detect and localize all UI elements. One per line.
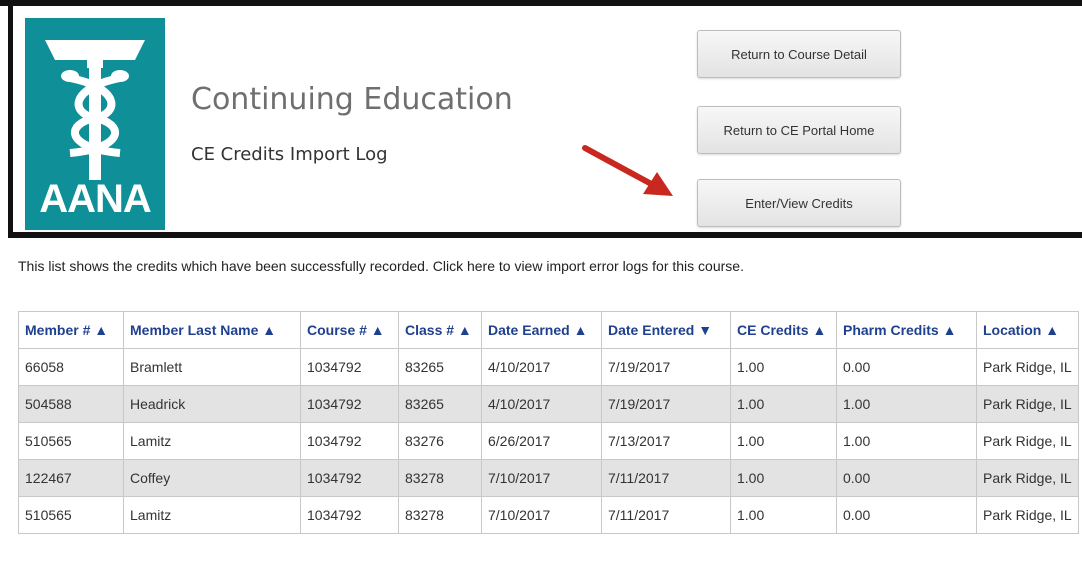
- cell-date-earned: 4/10/2017: [481, 348, 602, 386]
- cell-member-number: 510565: [18, 496, 124, 534]
- info-text: This list shows the credits which have b…: [18, 258, 744, 274]
- cell-location: Park Ridge, IL: [976, 385, 1079, 423]
- column-header-course-number[interactable]: Course # ▲: [300, 311, 399, 349]
- credits-table: Member # ▲ Member Last Name ▲ Course # ▲…: [18, 311, 1079, 534]
- cell-course-number: 1034792: [300, 496, 399, 534]
- page-title: Continuing Education: [191, 82, 513, 117]
- cell-date-entered: 7/13/2017: [601, 422, 731, 460]
- cell-ce-credits: 1.00: [730, 422, 837, 460]
- cell-date-earned: 7/10/2017: [481, 459, 602, 497]
- cell-member-last-name: Lamitz: [123, 496, 301, 534]
- column-header-location[interactable]: Location ▲: [976, 311, 1079, 349]
- cell-member-last-name: Coffey: [123, 459, 301, 497]
- red-arrow-icon: [582, 145, 673, 196]
- logo-text: AANA: [39, 177, 152, 221]
- table-row: 504588 Headrick 1034792 83265 4/10/2017 …: [18, 385, 1079, 423]
- cell-member-last-name: Bramlett: [123, 348, 301, 386]
- cell-date-entered: 7/11/2017: [601, 496, 731, 534]
- cell-pharm-credits: 1.00: [836, 385, 977, 423]
- table-row: 510565 Lamitz 1034792 83276 6/26/2017 7/…: [18, 422, 1079, 460]
- cell-class-number: 83265: [398, 348, 482, 386]
- column-header-pharm-credits[interactable]: Pharm Credits ▲: [836, 311, 977, 349]
- return-portal-home-button[interactable]: Return to CE Portal Home: [697, 106, 901, 154]
- column-header-date-earned[interactable]: Date Earned ▲: [481, 311, 602, 349]
- aana-logo: AANA: [25, 18, 165, 230]
- table-row: 510565 Lamitz 1034792 83278 7/10/2017 7/…: [18, 496, 1079, 534]
- cell-member-number: 510565: [18, 422, 124, 460]
- cell-member-number: 122467: [18, 459, 124, 497]
- cell-member-number: 504588: [18, 385, 124, 423]
- cell-date-earned: 6/26/2017: [481, 422, 602, 460]
- cell-date-entered: 7/11/2017: [601, 459, 731, 497]
- column-header-member-number[interactable]: Member # ▲: [18, 311, 124, 349]
- cell-member-number: 66058: [18, 348, 124, 386]
- column-header-date-entered[interactable]: Date Entered ▼: [601, 311, 731, 349]
- cell-member-last-name: Lamitz: [123, 422, 301, 460]
- page-subtitle: CE Credits Import Log: [191, 144, 388, 165]
- cell-course-number: 1034792: [300, 348, 399, 386]
- cell-member-last-name: Headrick: [123, 385, 301, 423]
- table-row: 66058 Bramlett 1034792 83265 4/10/2017 7…: [18, 348, 1079, 386]
- cell-pharm-credits: 1.00: [836, 422, 977, 460]
- cell-location: Park Ridge, IL: [976, 348, 1079, 386]
- cell-class-number: 83265: [398, 385, 482, 423]
- cell-date-earned: 4/10/2017: [481, 385, 602, 423]
- enter-view-credits-button[interactable]: Enter/View Credits: [697, 179, 901, 227]
- return-course-detail-button[interactable]: Return to Course Detail: [697, 30, 901, 78]
- cell-pharm-credits: 0.00: [836, 348, 977, 386]
- cell-pharm-credits: 0.00: [836, 496, 977, 534]
- page-header: AANA Continuing Education CE Credits Imp…: [8, 6, 1082, 238]
- table-row: 122467 Coffey 1034792 83278 7/10/2017 7/…: [18, 459, 1079, 497]
- column-header-class-number[interactable]: Class # ▲: [398, 311, 482, 349]
- table-header-row: Member # ▲ Member Last Name ▲ Course # ▲…: [18, 311, 1079, 349]
- cell-class-number: 83276: [398, 422, 482, 460]
- cell-class-number: 83278: [398, 459, 482, 497]
- cell-ce-credits: 1.00: [730, 385, 837, 423]
- cell-class-number: 83278: [398, 496, 482, 534]
- cell-pharm-credits: 0.00: [836, 459, 977, 497]
- cell-course-number: 1034792: [300, 422, 399, 460]
- column-header-member-last-name[interactable]: Member Last Name ▲: [123, 311, 301, 349]
- cell-location: Park Ridge, IL: [976, 496, 1079, 534]
- cell-date-entered: 7/19/2017: [601, 385, 731, 423]
- cell-ce-credits: 1.00: [730, 496, 837, 534]
- cell-course-number: 1034792: [300, 459, 399, 497]
- cell-date-entered: 7/19/2017: [601, 348, 731, 386]
- cell-course-number: 1034792: [300, 385, 399, 423]
- cell-ce-credits: 1.00: [730, 348, 837, 386]
- cell-location: Park Ridge, IL: [976, 422, 1079, 460]
- cell-date-earned: 7/10/2017: [481, 496, 602, 534]
- cell-ce-credits: 1.00: [730, 459, 837, 497]
- cell-location: Park Ridge, IL: [976, 459, 1079, 497]
- column-header-ce-credits[interactable]: CE Credits ▲: [730, 311, 837, 349]
